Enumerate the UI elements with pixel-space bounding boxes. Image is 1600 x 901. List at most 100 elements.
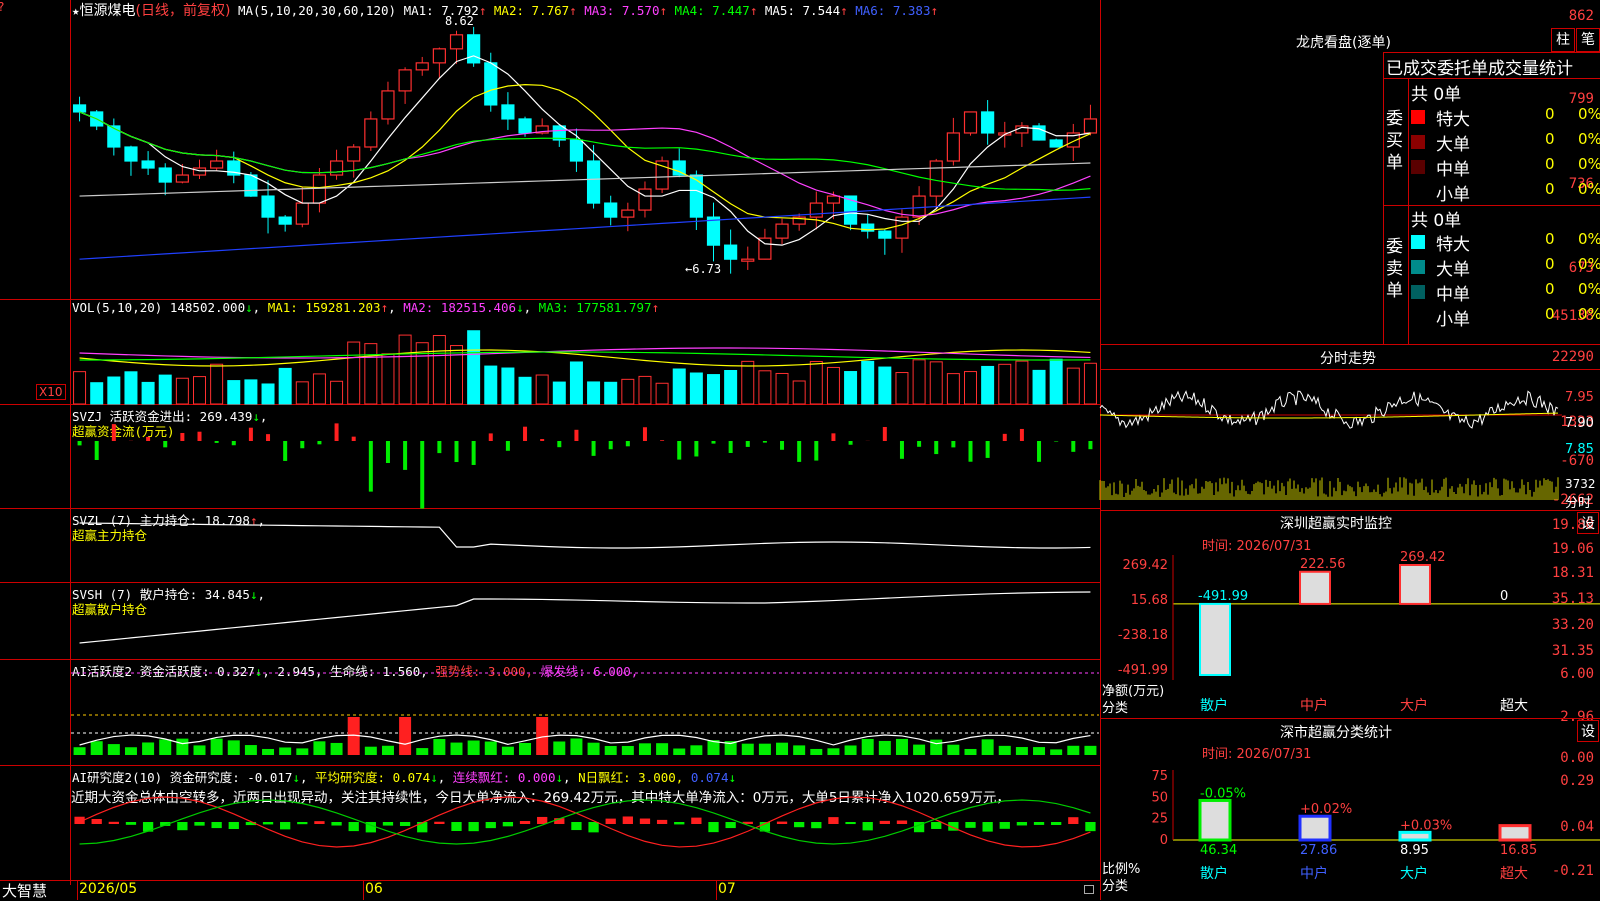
research-bar: [623, 816, 633, 824]
order-percent: 0%: [1578, 230, 1600, 248]
research-bar: [537, 817, 547, 824]
activity-bar: [776, 743, 788, 755]
ai-active-chart[interactable]: [71, 660, 1099, 765]
order-percent: 0%: [1578, 255, 1600, 273]
volume-bar: [1067, 368, 1079, 404]
volume-bar: [348, 342, 360, 404]
candle-body: [125, 147, 137, 161]
monitor-bar: [1400, 565, 1430, 604]
volume-bar: [313, 374, 325, 404]
flow-bar: [506, 441, 510, 451]
candle-body: [74, 105, 86, 112]
classify-axis-label: 75: [1151, 769, 1168, 784]
activity-bar: [382, 746, 394, 755]
svsh-line-chart[interactable]: [71, 583, 1099, 659]
intraday-chart[interactable]: [1100, 370, 1562, 510]
svzj-bar-chart[interactable]: [71, 405, 1099, 508]
activity-bar: [1016, 747, 1028, 755]
flow-bar: [849, 441, 853, 445]
svzl-line-chart[interactable]: [71, 509, 1099, 582]
candlestick-chart[interactable]: [71, 16, 1099, 299]
candle-body: [708, 217, 720, 245]
candle-body: [827, 196, 839, 203]
column-view-button[interactable]: 柱: [1551, 28, 1575, 52]
flow-bar: [215, 441, 219, 443]
flow-bar: [900, 441, 904, 459]
candle-body: [451, 35, 463, 49]
activity-bar: [639, 743, 651, 755]
flow-bar: [455, 441, 459, 462]
volume-bar: [331, 381, 343, 404]
flow-bar: [814, 441, 818, 461]
research-bar: [606, 819, 616, 824]
activity-bar: [1033, 747, 1045, 755]
classify-axis-label: 50: [1151, 790, 1168, 805]
volume-bar: [673, 369, 685, 404]
volume-chart[interactable]: [71, 318, 1099, 404]
monitor-time: 时间: 2026/07/31: [1202, 535, 1311, 554]
activity-bar: [279, 747, 291, 755]
flow-bar: [951, 441, 955, 447]
monitor-bar-label: -491.99: [1198, 589, 1248, 604]
volume-bar: [108, 377, 120, 404]
brand-logo[interactable]: 大智慧: [2, 880, 47, 901]
activity-bar: [228, 740, 240, 755]
activity-bar: [159, 739, 171, 755]
lock-icon[interactable]: [1084, 885, 1094, 894]
flow-bar: [352, 437, 356, 441]
candle-body: [313, 175, 325, 203]
classify-settings-button[interactable]: 设: [1577, 720, 1599, 742]
volume-bar: [382, 354, 394, 404]
activity-bar: [999, 746, 1011, 755]
activity-bar: [879, 741, 891, 755]
vol-ma3: MA3: 177581.797: [539, 300, 652, 315]
monitor-category: 散户: [1200, 697, 1228, 714]
monitor-settings-button[interactable]: 设: [1577, 512, 1599, 534]
legend-swatch-icon: [1411, 135, 1425, 149]
price-axis-label: 862: [1569, 8, 1594, 24]
activity-bar: [810, 749, 822, 755]
volume-bar: [485, 366, 497, 404]
flow-bar: [1003, 434, 1007, 441]
high-price-marker: 8.62: [445, 14, 474, 28]
flow-bar: [403, 441, 407, 470]
flow-bar: [797, 441, 801, 462]
order-count: 0: [1545, 280, 1555, 298]
candle-body: [639, 189, 651, 210]
candle-body: [142, 161, 154, 168]
volume-bar: [194, 377, 206, 404]
vol-unit-badge[interactable]: X10: [36, 384, 66, 400]
volume-bar: [1084, 363, 1096, 404]
flow-bar: [677, 441, 681, 460]
flow-bar: [146, 437, 150, 441]
research-bar: [194, 822, 204, 826]
intraday-title: 分时走势: [1320, 348, 1376, 368]
divider: [1383, 52, 1600, 53]
volume-bar: [947, 374, 959, 404]
menu-marker-icon[interactable]: ?: [0, 0, 4, 14]
classify-bar-chart[interactable]: 7550250-0.05%46.34散户+0.02%27.86中户+0.03%8…: [1100, 760, 1600, 900]
activity-bar: [262, 749, 274, 755]
volume-bar: [536, 375, 548, 404]
research-bar: [1000, 822, 1010, 829]
flow-bar: [1020, 429, 1024, 441]
legend-swatch-icon: [1411, 235, 1425, 249]
flow-bar: [540, 439, 544, 441]
candle-body: [159, 168, 171, 182]
volume-bar: [1050, 359, 1062, 404]
monitor-category: 大户: [1400, 697, 1428, 714]
research-bar: [92, 819, 102, 824]
volume-bar: [262, 384, 274, 404]
volume-bar: [365, 344, 377, 404]
ai-research-chart[interactable]: [71, 766, 1099, 880]
classify-axis-label: 25: [1151, 812, 1168, 827]
monitor-axis-label: 15.68: [1131, 593, 1168, 608]
order-percent: 0%: [1578, 130, 1600, 148]
flow-bar: [917, 441, 921, 447]
tick-view-button[interactable]: 笔: [1576, 28, 1600, 52]
order-count: 0: [1545, 105, 1555, 123]
flow-bar: [232, 441, 236, 445]
activity-bar: [74, 747, 86, 755]
monitor-bar-chart[interactable]: 269.4215.68-238.18-491.99-491.99散户222.56…: [1100, 555, 1600, 720]
order-percent: 0%: [1578, 180, 1600, 198]
